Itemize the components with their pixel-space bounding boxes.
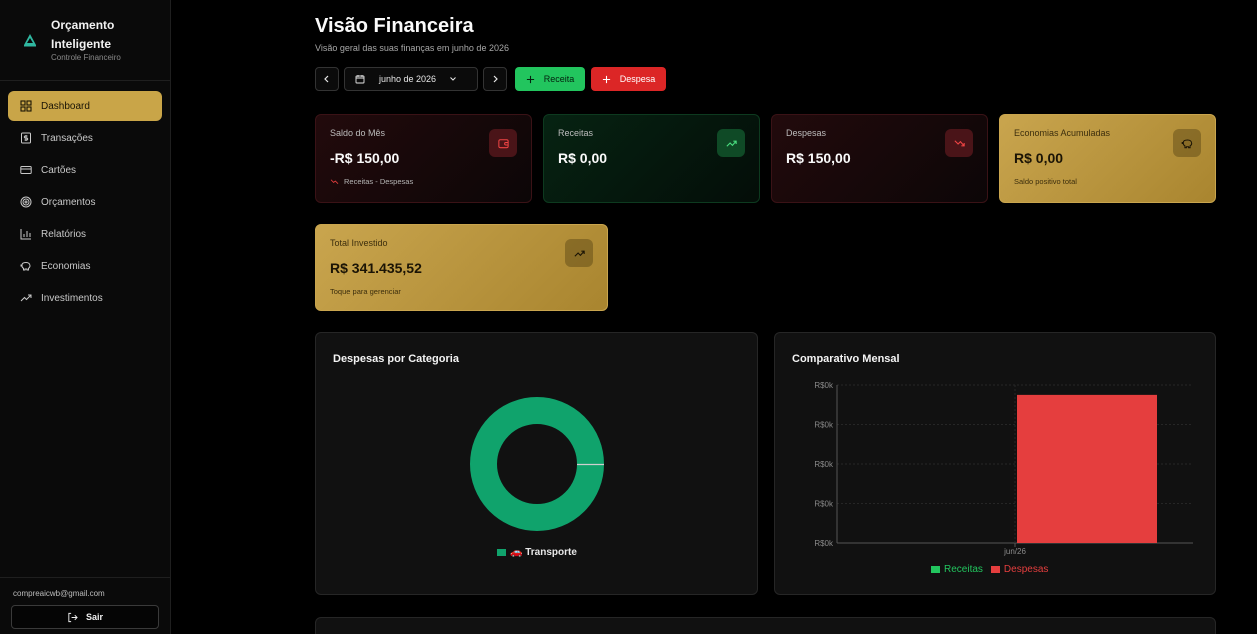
sidebar-item-label: Economias — [41, 260, 91, 272]
sidebar-item-investments[interactable]: Investimentos — [8, 283, 162, 313]
wallet-badge — [489, 129, 517, 157]
trending-down-icon — [953, 139, 965, 146]
logout-label: Sair — [85, 612, 103, 622]
savings-note: Saldo positivo total — [1014, 177, 1077, 186]
credit-card-icon — [20, 166, 32, 174]
sidebar-item-reports[interactable]: Relatórios — [8, 219, 162, 249]
expenses-badge — [945, 129, 973, 157]
piggy-bank-icon — [1181, 138, 1192, 148]
x-tick-label: jun/26 — [1003, 547, 1026, 556]
legend-swatch-income — [931, 566, 940, 573]
next-month-button[interactable] — [483, 67, 507, 91]
balance-card: Saldo do Mês -R$ 150,00 Receitas - Despe… — [315, 114, 532, 203]
sidebar-item-label: Orçamentos — [41, 196, 96, 208]
sidebar-item-label: Cartões — [41, 164, 77, 176]
brand: Orçamento Inteligente Controle Financeir… — [0, 0, 170, 81]
category-legend: 🚗 Transporte — [497, 547, 577, 558]
bottom-panel — [315, 617, 1216, 634]
brand-title: Orçamento Inteligente — [51, 18, 115, 51]
sidebar-item-savings[interactable]: Economias — [8, 251, 162, 281]
trending-up-icon — [20, 294, 32, 302]
monthly-bar-chart: R$0k R$0k R$0k R$0k R$0k jun/26 — [814, 381, 1193, 556]
plus-icon — [602, 75, 610, 83]
bar-despesas-0[interactable] — [1017, 394, 1157, 543]
sidebar-footer: compreaicwb@gmail.com Sair — [0, 577, 170, 634]
logout-icon — [68, 612, 78, 622]
y-tick-label: R$0k — [814, 539, 834, 548]
expenses-card: Despesas R$ 150,00 — [771, 114, 988, 203]
trending-up-icon — [573, 250, 585, 257]
trending-up-icon — [725, 140, 737, 147]
y-tick-label: R$0k — [814, 500, 834, 509]
y-tick-label: R$0k — [814, 381, 834, 390]
user-email: compreaicwb@gmail.com — [13, 589, 105, 598]
logout-button[interactable]: Sair — [11, 605, 159, 629]
sidebar-item-label: Transações — [41, 132, 93, 144]
legend-label-expenses: Despesas — [1003, 564, 1049, 575]
prev-month-button[interactable] — [315, 67, 339, 91]
sidebar-nav: Dashboard Transações Cartões Orçamentos … — [8, 91, 162, 315]
page-title: Visão Financeira — [315, 15, 474, 37]
y-tick-label: R$0k — [814, 460, 834, 469]
piggy-bank-icon — [20, 261, 31, 271]
calendar-icon — [355, 75, 365, 84]
legend-swatch-expenses — [990, 566, 1000, 573]
plus-icon — [526, 75, 534, 83]
dashboard-icon — [20, 100, 32, 112]
monthly-legend: Receitas Despesas — [931, 564, 1048, 575]
invested-note: Toque para gerenciar — [330, 287, 401, 296]
page-subtitle: Visão geral das suas finanças em junho d… — [315, 43, 509, 53]
invested-value: R$ 341.435,52 — [330, 260, 422, 276]
add-expense-button[interactable]: Despesa — [591, 67, 666, 91]
savings-badge — [1173, 129, 1201, 157]
donut-slice-0[interactable] — [470, 397, 604, 531]
sidebar-item-label: Investimentos — [41, 292, 103, 304]
chevron-right-icon — [493, 75, 498, 83]
sidebar-item-dashboard[interactable]: Dashboard — [8, 91, 162, 121]
dollar-icon — [21, 132, 31, 144]
monthly-chart-panel: Comparativo Mensal R$0k R$0k R$0k R$0k R$0k j… — [774, 332, 1216, 595]
target-icon — [20, 196, 32, 208]
month-selector[interactable]: junho de 2026 — [344, 67, 478, 91]
legend-label-income: Receitas — [944, 564, 983, 575]
legend-label: 🚗 Transporte — [510, 547, 577, 558]
month-label: junho de 2026 — [379, 74, 437, 84]
brand-logo-icon — [24, 34, 36, 47]
balance-note: Receitas - Despesas — [330, 177, 517, 186]
trending-down-icon — [330, 179, 339, 184]
y-tick-label: R$0k — [814, 421, 834, 430]
add-income-label: Receita — [543, 74, 575, 84]
income-badge — [717, 129, 745, 157]
savings-card[interactable]: Economias Acumuladas R$ 0,00 Saldo posit… — [999, 114, 1216, 203]
invested-badge — [565, 239, 593, 267]
chevron-down-icon — [450, 77, 456, 81]
add-expense-label: Despesa — [619, 74, 656, 84]
add-income-button[interactable]: Receita — [515, 67, 585, 91]
brand-subtitle: Controle Financeiro — [51, 53, 121, 62]
invested-card[interactable]: Total Investido R$ 341.435,52 Toque para… — [315, 224, 608, 311]
wallet-icon — [497, 138, 509, 148]
sidebar-item-label: Relatórios — [41, 228, 87, 240]
income-card: Receitas R$ 0,00 — [543, 114, 760, 203]
legend-swatch — [497, 549, 506, 556]
sidebar: Orçamento Inteligente Controle Financeir… — [0, 0, 171, 634]
category-chart-panel: Despesas por Categoria 🚗 Transporte — [315, 332, 758, 595]
bar-chart-icon — [20, 229, 31, 240]
sidebar-item-label: Dashboard — [41, 100, 90, 112]
sidebar-item-transactions[interactable]: Transações — [8, 123, 162, 153]
invested-label: Total Investido — [330, 238, 388, 248]
chevron-left-icon — [324, 75, 329, 83]
sidebar-item-budgets[interactable]: Orçamentos — [8, 187, 162, 217]
sidebar-item-cards[interactable]: Cartões — [8, 155, 162, 185]
